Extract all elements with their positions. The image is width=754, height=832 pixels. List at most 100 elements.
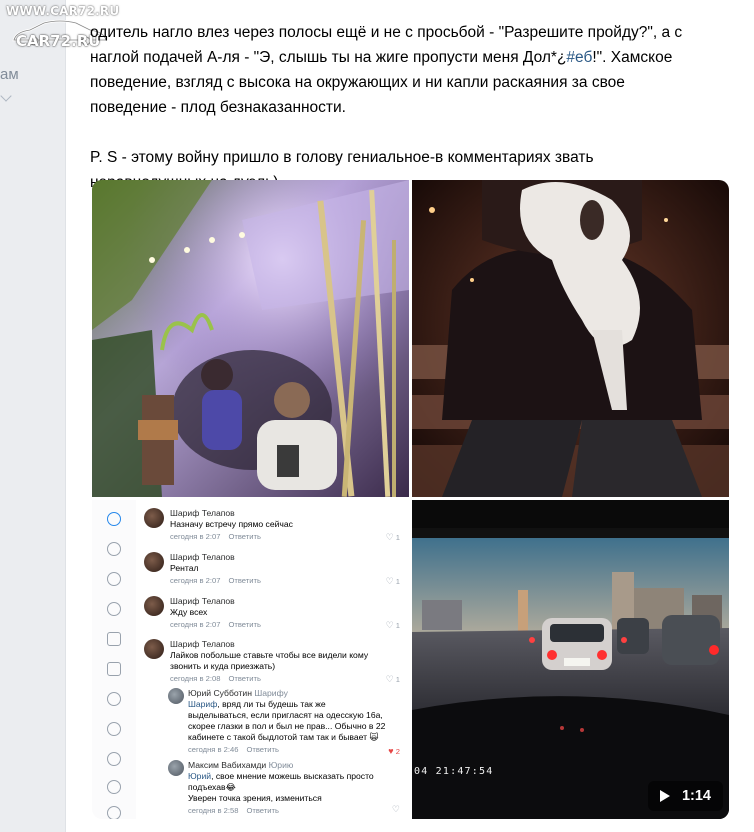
heart-icon: ♡ (385, 674, 394, 684)
like-count: 1 (395, 533, 400, 542)
comment-item: Шариф Телапов Назначу встречу прямо сейч… (144, 508, 400, 543)
left-sidebar: ам (0, 0, 66, 832)
reply-to-name[interactable]: Юрию (269, 760, 294, 770)
comment-author[interactable]: Шариф Телапов (170, 596, 400, 607)
comment-text: Назначу встречу прямо сейчас (170, 519, 293, 529)
post-line-part: наглой подачей А-ля - "Э, слышь ты на жи… (90, 49, 567, 66)
reply-button[interactable]: Ответить (228, 576, 260, 585)
avatar[interactable] (144, 596, 164, 616)
comment-author: Максим Вабихамди Юрию (188, 760, 388, 771)
play-icon (107, 692, 121, 706)
post-line: одитель нагло влез через полосы ещё и не… (90, 24, 683, 41)
dog-photo-image (412, 180, 729, 497)
like-button[interactable]: ♡ 1 (386, 620, 400, 631)
post-attachments-grid: Шариф Телапов Назначу встречу прямо сейч… (92, 180, 729, 819)
comment-item: Шариф Телапов Рентал сегодня в 2:07 Ответ… (144, 552, 400, 587)
like-button[interactable]: ♡ 1 (386, 532, 400, 543)
comment-author-name[interactable]: Максим Вабихамди (188, 760, 266, 770)
post-line: поведение - плод безнаказанности. (90, 99, 346, 116)
comment-item: Шариф Телапов Лайков побольше ставьте чт… (144, 639, 400, 685)
post-line: P. S - этому войну пришло в голову гениа… (90, 149, 594, 166)
reply-button[interactable]: Ответить (246, 745, 278, 754)
photo-club[interactable] (92, 180, 409, 497)
like-count: 2 (395, 747, 400, 756)
app-nav-bar (92, 500, 136, 819)
video-duration-badge[interactable]: 1:14 (647, 781, 723, 811)
like-button[interactable]: ♥ 2 (388, 746, 400, 756)
comment-time: сегодня в 2:08 (170, 674, 221, 683)
comment-time: сегодня в 2:07 (170, 532, 221, 541)
video-duration: 1:14 (681, 788, 711, 804)
settings-icon (107, 806, 121, 819)
heart-icon: ♡ (385, 532, 394, 542)
photo-comments-screenshot[interactable]: Шариф Телапов Назначу встречу прямо сейч… (92, 500, 409, 819)
reply-button[interactable]: Ответить (228, 620, 260, 629)
video-dashcam[interactable]: 04 21:47:54 1:14 (412, 500, 729, 819)
watermark-top-text: WWW.CAR72.RU (6, 4, 120, 18)
camera-icon (107, 632, 121, 646)
comment-author[interactable]: Шариф Телапов (170, 508, 400, 519)
play-icon[interactable] (659, 790, 670, 802)
target-icon (107, 780, 121, 794)
comment-reply-item: Юрий Субботин Шарифу Шариф, вряд ли ты б… (168, 688, 400, 756)
apps-icon (107, 662, 121, 676)
video-timestamp: 04 21:47:54 (414, 766, 494, 777)
comment-text: Шариф, вряд ли ты будешь так же выделыва… (188, 699, 388, 743)
reply-to-name[interactable]: Шарифу (254, 688, 288, 698)
heart-icon: ♡ (385, 620, 394, 630)
mention-link[interactable]: Юрий (188, 771, 211, 781)
photo-man-with-dog[interactable] (412, 180, 729, 497)
avatar[interactable] (168, 688, 184, 704)
post-line: поведение, взгляд с высока на окружающих… (90, 74, 625, 91)
watermark-main-text: CAR72.RU (16, 32, 101, 50)
reply-button[interactable]: Ответить (246, 806, 278, 815)
clips-icon (107, 722, 121, 736)
comment-reply-item: Максим Вабихамди Юрию Юрий, свое мнение … (168, 760, 400, 817)
post-text: одитель нагло влез через полосы ещё и не… (90, 20, 730, 195)
post-line-part: !". Хамское (592, 49, 673, 66)
comment-author[interactable]: Шариф Телапов (170, 552, 400, 563)
chevron-down-icon[interactable] (0, 90, 12, 102)
comment-author[interactable]: Шариф Телапов (170, 639, 370, 650)
heart-icon: ♡ (391, 804, 400, 814)
comment-text: Юрий, свое мнение можешь высказать прост… (188, 771, 388, 793)
groups-icon (107, 602, 121, 616)
avatar[interactable] (144, 508, 164, 528)
comment-text: Рентал (170, 563, 199, 573)
like-count: 1 (395, 675, 400, 684)
comment-author: Юрий Субботин Шарифу (188, 688, 388, 699)
club-photo-image (92, 180, 409, 497)
post-line: наглой подачей А-ля - "Э, слышь ты на жи… (90, 45, 730, 70)
heart-icon: ♡ (385, 576, 394, 586)
comment-item: Шариф Телапов Жду всех сегодня в 2:07 Отв… (144, 596, 400, 631)
avatar[interactable] (144, 639, 164, 659)
reply-button[interactable]: Ответить (228, 532, 260, 541)
avatar[interactable] (168, 760, 184, 776)
comment-text-body: , свое мнение можешь высказать просто по… (188, 771, 374, 792)
comment-time: сегодня в 2:07 (170, 576, 221, 585)
hashtag-link[interactable]: #еб (566, 49, 592, 66)
comment-text: Жду всех (170, 607, 208, 617)
reply-button[interactable]: Ответить (228, 674, 260, 683)
sidebar-label[interactable]: ам (0, 66, 19, 83)
avatar[interactable] (144, 552, 164, 572)
search-icon (107, 542, 121, 556)
chat-icon (107, 512, 121, 526)
comment-text: Лайков побольше ставьте чтобы все видели… (170, 650, 369, 671)
like-count: 1 (395, 577, 400, 586)
comment-author-name[interactable]: Юрий Субботин (188, 688, 252, 698)
comment-time: сегодня в 2:58 (188, 806, 239, 815)
comment-text-body: , вряд ли ты будешь так же выделываться,… (188, 699, 386, 742)
like-button[interactable]: ♡ 1 (386, 674, 400, 685)
comment-text-line2: Уверен точка зрения, измениться (188, 793, 322, 803)
mention-link[interactable]: Шариф (188, 699, 217, 709)
like-count: 1 (395, 621, 400, 630)
comment-time: сегодня в 2:46 (188, 745, 239, 754)
smile-icon (107, 752, 121, 766)
comment-time: сегодня в 2:07 (170, 620, 221, 629)
like-button[interactable]: ♡ (392, 804, 400, 815)
like-button[interactable]: ♡ 1 (386, 576, 400, 587)
friends-icon (107, 572, 121, 586)
heart-filled-icon: ♥ (388, 746, 394, 756)
